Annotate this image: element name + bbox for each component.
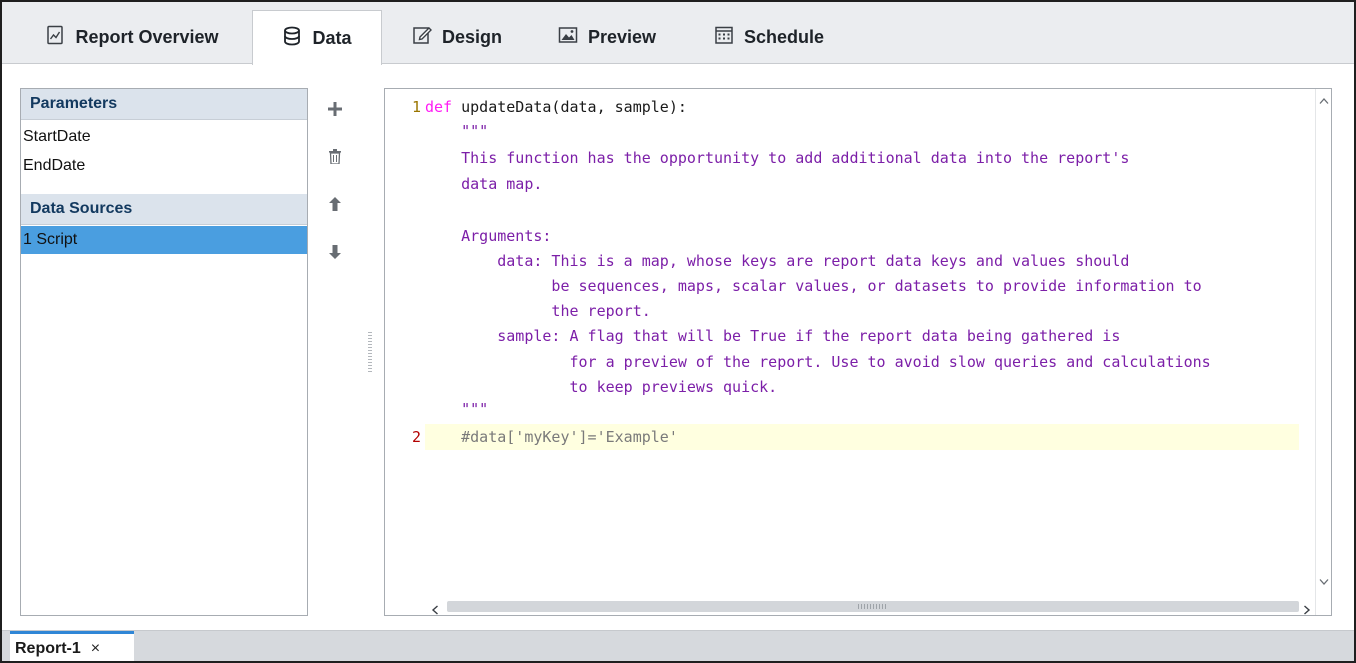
database-icon xyxy=(282,26,302,51)
tab-label: Preview xyxy=(587,26,657,47)
script-editor[interactable]: 1 2 def updateData(data, sample): """ Th… xyxy=(384,88,1332,616)
report-icon xyxy=(45,25,65,50)
horizontal-scroll-thumb[interactable] xyxy=(447,601,1299,612)
document-tab-label: Report-1 xyxy=(15,640,81,657)
line-number: 1 xyxy=(411,98,421,116)
document-tab-strip: Report-1 × xyxy=(2,630,1354,661)
parameters-header: Parameters xyxy=(21,89,307,120)
code-line: Arguments: xyxy=(425,227,552,245)
tab-data[interactable]: Data xyxy=(252,10,382,65)
code-line: data: This is a map, whose keys are repo… xyxy=(425,252,1130,270)
code-line: for a preview of the report. Use to avoi… xyxy=(425,353,1211,371)
arrow-down-icon xyxy=(329,244,341,264)
scroll-down-icon[interactable] xyxy=(1319,573,1329,591)
calendar-icon xyxy=(714,25,734,50)
arrow-up-icon xyxy=(329,196,341,216)
horizontal-scrollbar[interactable] xyxy=(425,599,1315,615)
keyword: def xyxy=(425,98,453,116)
code-line: """ xyxy=(425,400,489,418)
code-line: the report. xyxy=(425,302,651,320)
tab-design[interactable]: Design xyxy=(390,10,524,64)
tab-label: Design xyxy=(441,26,502,47)
vertical-scrollbar[interactable] xyxy=(1315,89,1331,615)
parameter-item-enddate[interactable]: EndDate xyxy=(23,152,307,179)
parameter-item-startdate[interactable]: StartDate xyxy=(23,123,307,150)
line-number-gutter: 1 2 xyxy=(385,89,425,615)
scroll-left-icon[interactable] xyxy=(431,602,439,615)
tab-bar: Report Overview Data Design Preview Sche… xyxy=(2,2,1354,65)
code-line: be sequences, maps, scalar values, or da… xyxy=(425,277,1202,295)
pencil-icon xyxy=(412,25,432,50)
line-number: 2 xyxy=(411,428,421,446)
tab-label: Report Overview xyxy=(75,26,219,47)
data-sources-panel: Parameters StartDate EndDate Data Source… xyxy=(20,88,308,616)
tab-schedule[interactable]: Schedule xyxy=(690,10,848,64)
add-button[interactable] xyxy=(324,100,346,122)
code-text: updateData(data, sample): xyxy=(452,98,687,116)
report-editor-window: Report Overview Data Design Preview Sche… xyxy=(0,0,1356,663)
data-source-item-script[interactable]: 1 Script xyxy=(21,226,307,254)
document-tab-report-1[interactable]: Report-1 × xyxy=(10,631,134,661)
move-up-button[interactable] xyxy=(324,195,346,217)
image-icon xyxy=(558,25,578,50)
code-line: """ xyxy=(425,122,489,140)
tab-preview[interactable]: Preview xyxy=(532,10,682,64)
tab-label: Data xyxy=(312,27,352,48)
scroll-up-icon[interactable] xyxy=(1319,92,1329,110)
close-icon[interactable]: × xyxy=(91,640,100,658)
scroll-right-icon[interactable] xyxy=(1303,602,1311,615)
code-line: data map. xyxy=(425,175,543,193)
code-line: #data['myKey']='Example' xyxy=(425,428,678,446)
delete-button[interactable] xyxy=(324,148,346,170)
code-line: sample: A flag that will be True if the … xyxy=(425,327,1121,345)
plus-icon xyxy=(328,101,342,121)
code-line: def updateData(data, sample): xyxy=(425,94,687,120)
tab-label: Schedule xyxy=(743,26,825,47)
code-line: This function has the opportunity to add… xyxy=(425,149,1130,167)
tab-report-overview[interactable]: Report Overview xyxy=(20,10,244,64)
trash-icon xyxy=(329,149,341,169)
splitter-handle[interactable] xyxy=(368,332,372,374)
move-down-button[interactable] xyxy=(324,243,346,265)
data-sources-header: Data Sources xyxy=(21,194,307,225)
